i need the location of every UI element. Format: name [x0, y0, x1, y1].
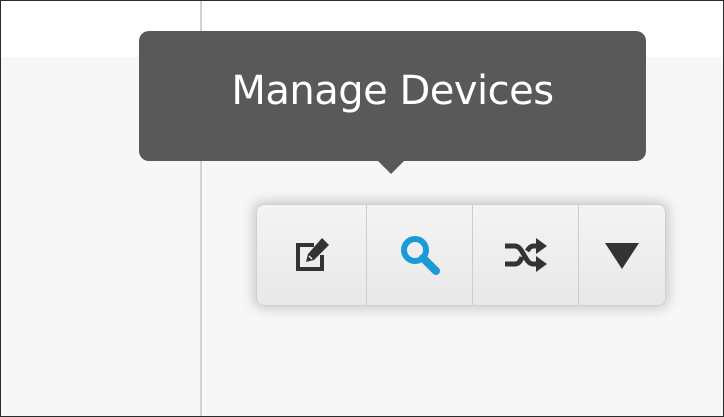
search-button[interactable]	[367, 205, 473, 305]
edit-icon	[295, 238, 329, 271]
manage-devices-tooltip: Manage Devices	[139, 31, 646, 161]
tooltip-label: Manage Devices	[231, 68, 554, 114]
app-window: Manage Devices	[0, 0, 724, 417]
edit-button[interactable]	[257, 205, 367, 305]
device-toolbar	[256, 204, 666, 306]
more-options-button[interactable]	[579, 205, 665, 305]
search-icon	[400, 236, 440, 275]
shuffle-button[interactable]	[473, 205, 579, 305]
caret-down-icon	[605, 243, 639, 269]
shuffle-icon	[504, 238, 547, 272]
tooltip-arrow	[377, 160, 405, 174]
